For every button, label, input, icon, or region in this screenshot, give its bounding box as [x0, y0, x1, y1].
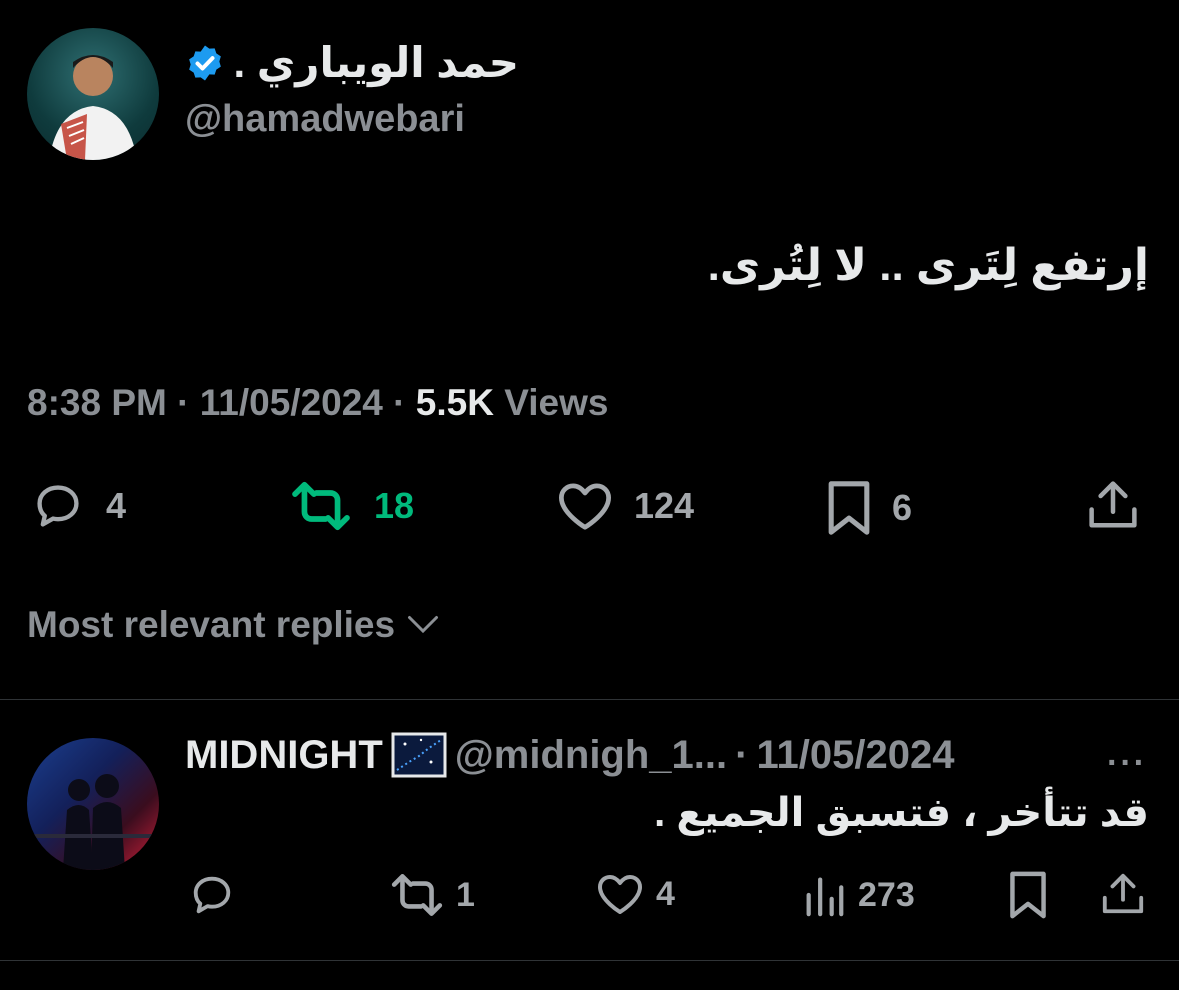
reply-author-handle[interactable]: @midnigh_1... [455, 733, 727, 778]
replies-sort-label: Most relevant replies [27, 604, 396, 645]
reply-repost-button[interactable]: 1 [390, 872, 475, 918]
views-label: Views [504, 382, 609, 423]
bookmark-icon [1010, 871, 1046, 919]
reply-like-button[interactable]: 4 [596, 872, 675, 916]
share-icon [1102, 873, 1144, 914]
bookmark-button[interactable]: 6 [826, 480, 912, 536]
reply-share-button[interactable] [1100, 872, 1146, 916]
reply-bookmark-button[interactable] [1008, 870, 1048, 920]
divider [0, 960, 1179, 961]
reply-header: MIDNIGHT @midnigh_1... · 11/05/2024 [185, 732, 954, 778]
tweet-date[interactable]: 11/05/2024 [200, 382, 383, 423]
replies-sort-dropdown[interactable]: Most relevant replies [27, 604, 441, 646]
repost-icon [391, 874, 443, 916]
reply-author-avatar[interactable] [27, 738, 159, 870]
reply-button[interactable]: 4 [30, 480, 126, 532]
bookmark-icon [828, 481, 870, 535]
reply-author-name[interactable]: MIDNIGHT [185, 733, 383, 778]
share-button[interactable] [1086, 480, 1140, 535]
tweet-time[interactable]: 8:38 PM [27, 382, 167, 423]
heart-icon [598, 875, 642, 914]
like-button[interactable]: 124 [556, 480, 694, 532]
views-count[interactable]: 5.5K [416, 382, 494, 423]
author-display-name[interactable]: حمد الويباري . [233, 38, 519, 87]
night-sky-emoji-icon [391, 732, 447, 778]
reply-views-button[interactable]: 273 [802, 872, 915, 918]
reply-count: 4 [106, 485, 127, 526]
reply-separator: · [735, 732, 749, 777]
avatar-couple-image [27, 774, 159, 870]
chevron-down-icon [408, 616, 439, 634]
meta-separator: · [177, 382, 190, 423]
reply-reply-button[interactable] [188, 872, 236, 918]
heart-icon [559, 483, 611, 530]
more-options-icon[interactable]: ··· [1107, 744, 1147, 783]
verified-badge-icon [189, 45, 222, 80]
reply-date[interactable]: 11/05/2024 [756, 733, 954, 778]
views-bar-chart-icon [806, 877, 844, 917]
tweet-text: إرتفع لِتَرى .. لا لِتُرى. [707, 241, 1149, 290]
reply-bubble-icon [37, 485, 79, 527]
reply-text: قد تتأخر ، فتسبق الجميع . [654, 791, 1149, 835]
reply-views-count: 273 [858, 875, 915, 914]
avatar-person-image [49, 55, 137, 160]
reply-bubble-icon [193, 876, 231, 914]
meta-separator: · [393, 382, 406, 423]
like-count: 124 [634, 485, 695, 526]
share-icon [1089, 481, 1137, 528]
author-display-name-row: حمد الويباري . [185, 38, 519, 87]
repost-button[interactable]: 18 [288, 480, 414, 532]
repost-icon [292, 481, 350, 531]
divider [0, 699, 1179, 700]
tweet-meta: 8:38 PM · 11/05/2024 · 5.5K Views [27, 382, 608, 424]
author-handle[interactable]: @hamadwebari [185, 98, 465, 141]
reply-like-count: 4 [656, 874, 675, 913]
author-avatar[interactable] [27, 28, 159, 160]
reply-repost-count: 1 [456, 875, 475, 914]
bookmark-count: 6 [892, 487, 913, 528]
repost-count: 18 [374, 485, 415, 526]
